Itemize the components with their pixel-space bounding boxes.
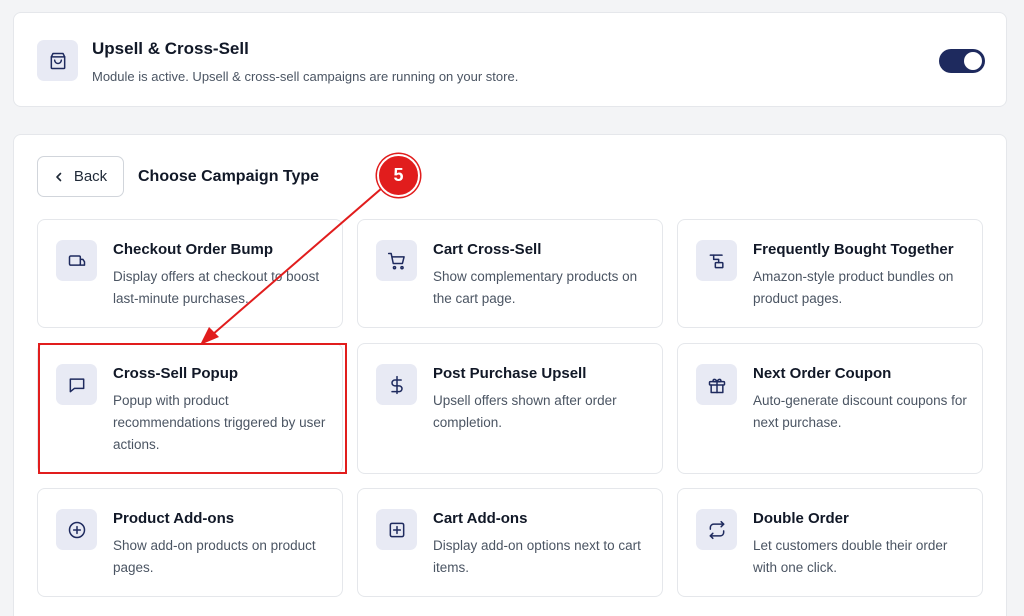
campaign-title: Next Order Coupon <box>753 365 892 382</box>
campaign-card-cart-cross-sell[interactable]: Cart Cross-Sell Show complementary produ… <box>357 219 663 328</box>
gift-icon <box>696 364 737 405</box>
plus-circle-icon <box>56 509 97 550</box>
campaign-description: Display add-on options next to cart item… <box>433 538 641 575</box>
shopping-bag-icon <box>37 40 78 81</box>
campaign-description: Amazon-style product bundles on product … <box>753 269 954 306</box>
module-title: Upsell & Cross-Sell <box>92 39 249 58</box>
module-description: Module is active. Upsell & cross-sell ca… <box>92 69 519 84</box>
campaign-description: Auto-generate discount coupons for next … <box>753 393 967 430</box>
campaign-card-product-add-ons[interactable]: Product Add-ons Show add-on products on … <box>37 488 343 597</box>
repeat-icon <box>696 509 737 550</box>
campaign-title: Double Order <box>753 510 849 527</box>
campaign-title: Checkout Order Bump <box>113 241 274 258</box>
campaign-card-next-order-coupon[interactable]: Next Order Coupon Auto-generate discount… <box>677 343 983 474</box>
campaign-description: Show complementary products on the cart … <box>433 269 638 306</box>
campaign-card-cross-sell-popup[interactable]: Cross-Sell Popup Popup with product reco… <box>37 343 343 474</box>
campaign-description: Display offers at checkout to boost last… <box>113 269 320 306</box>
campaign-card-cart-add-ons[interactable]: Cart Add-ons Display add-on options next… <box>357 488 663 597</box>
module-active-toggle[interactable] <box>939 49 985 73</box>
campaign-card-checkout-order-bump[interactable]: Checkout Order Bump Display offers at ch… <box>37 219 343 328</box>
step-number-badge: 5 <box>377 154 420 197</box>
campaign-title: Product Add-ons <box>113 510 235 527</box>
campaign-title: Cart Cross-Sell <box>433 241 542 258</box>
campaign-title: Cross-Sell Popup <box>113 365 239 382</box>
campaign-card-post-purchase-upsell[interactable]: Post Purchase Upsell Upsell offers shown… <box>357 343 663 474</box>
campaign-title: Post Purchase Upsell <box>433 365 587 382</box>
campaign-title: Frequently Bought Together <box>753 241 954 258</box>
toggle-knob <box>964 52 982 70</box>
panel-title: Choose Campaign Type <box>138 168 320 185</box>
back-label: Back <box>73 168 108 185</box>
module-card: Upsell & Cross-Sell Module is active. Up… <box>13 12 1007 107</box>
campaign-description: Popup with product recommendations trigg… <box>113 393 326 452</box>
back-button[interactable]: Back <box>37 156 124 197</box>
campaign-title: Cart Add-ons <box>433 510 528 527</box>
campaign-description: Show add-on products on product pages. <box>113 538 316 575</box>
message-icon <box>56 364 97 405</box>
order-bump-icon <box>56 240 97 281</box>
campaign-description: Upsell offers shown after order completi… <box>433 393 617 430</box>
campaign-description: Let customers double their order with on… <box>753 538 948 575</box>
plus-square-icon <box>376 509 417 550</box>
chevron-left-icon <box>56 172 62 181</box>
campaign-card-double-order[interactable]: Double Order Let customers double their … <box>677 488 983 597</box>
cart-icon <box>376 240 417 281</box>
bundle-icon <box>696 240 737 281</box>
campaign-card-frequently-bought-together[interactable]: Frequently Bought Together Amazon-style … <box>677 219 983 328</box>
dollar-icon <box>376 364 417 405</box>
